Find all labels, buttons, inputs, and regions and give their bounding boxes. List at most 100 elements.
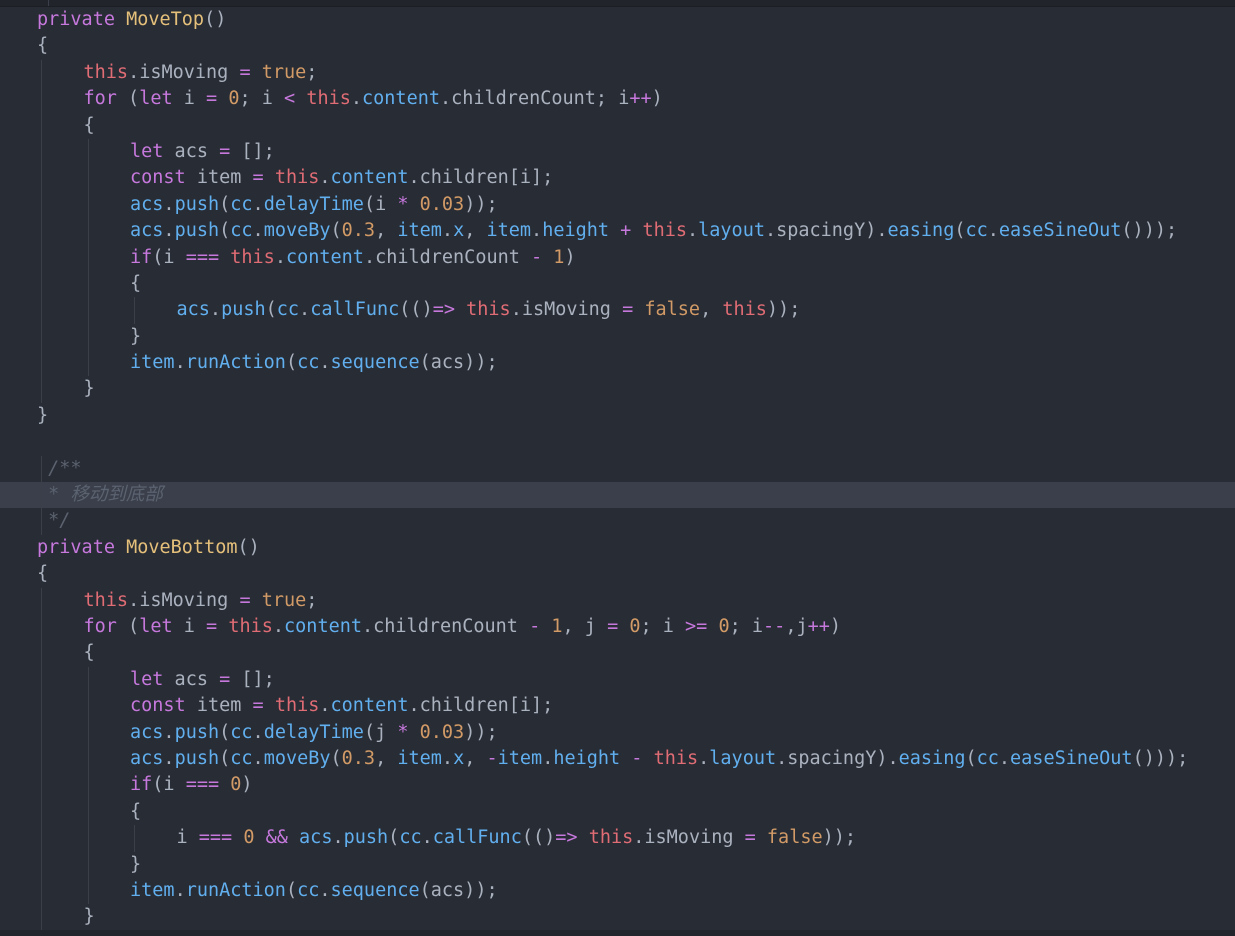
code-line[interactable]: if(i === this.content.childrenCount - 1)	[0, 244, 1235, 271]
code-line[interactable]: }	[0, 323, 1235, 351]
code-token: .	[174, 879, 186, 901]
code-line[interactable]: /**	[0, 455, 1235, 483]
code-line[interactable]: let acs = [];	[0, 666, 1235, 694]
code-token: .	[163, 747, 175, 769]
code-line[interactable]: {	[0, 270, 1235, 298]
code-token: (	[116, 88, 140, 110]
code-token: .	[332, 827, 344, 849]
code-token: 0	[228, 88, 240, 110]
code-token: .	[252, 220, 264, 242]
code-token: 0	[629, 615, 641, 637]
indent-guide	[87, 693, 89, 720]
indent-guide	[41, 666, 42, 694]
code-token: .	[163, 721, 175, 743]
code-token: =	[239, 589, 251, 611]
code-line[interactable]: let acs = [];	[0, 138, 1235, 166]
indent-guide	[87, 745, 89, 773]
code-line[interactable]: this.isMoving = true;	[0, 59, 1235, 87]
indent-guide	[41, 798, 42, 826]
indent-guide	[41, 297, 42, 324]
code-line[interactable]: item.runAction(cc.sequence(acs));	[0, 350, 1235, 377]
indent-guide	[87, 825, 89, 852]
code-token: {	[37, 563, 49, 585]
indent-guide	[41, 825, 42, 852]
code-token: =	[239, 61, 251, 83]
code-token: for	[83, 88, 117, 110]
indent-guide	[41, 508, 42, 535]
code-line[interactable]: */	[0, 508, 1235, 535]
indent-guide	[41, 376, 42, 403]
code-token: */	[37, 510, 71, 532]
code-token: .spacingY).	[764, 220, 888, 242]
code-line[interactable]: for (let i = this.content.childrenCount …	[0, 613, 1235, 641]
code-token: , j	[562, 615, 608, 637]
code-editor[interactable]: private MoveTop(){this.isMoving = true; f…	[0, 0, 1235, 936]
code-line[interactable]: const item = this.content.children[i];	[0, 165, 1235, 192]
code-line[interactable]: private MoveBottom()	[0, 535, 1235, 561]
code-line[interactable]: private MoveTop()	[0, 7, 1235, 33]
code-token: ; i	[640, 615, 686, 637]
code-token: acs	[130, 721, 164, 743]
code-token: =	[744, 827, 756, 849]
code-line[interactable]: {	[0, 33, 1235, 59]
code-token: 0.3	[341, 747, 376, 769]
code-line[interactable]: {	[0, 640, 1235, 667]
code-line[interactable]: this.isMoving = true;	[0, 587, 1235, 614]
code-token: 0	[243, 827, 255, 849]
code-token: .isMoving	[128, 61, 240, 83]
code-token: item	[185, 695, 253, 717]
code-line[interactable]: acs.push(cc.delayTime(i * 0.03));	[0, 191, 1235, 219]
code-line[interactable]: acs.push(cc.moveBy(0.3, item.x, -item.he…	[0, 745, 1235, 773]
code-token: .	[163, 220, 175, 242]
code-area[interactable]: private MoveTop(){this.isMoving = true; f…	[0, 7, 1235, 931]
code-token: layout	[709, 747, 777, 769]
code-token: ; i	[239, 88, 285, 110]
code-line[interactable]: i === 0 && acs.push(cc.callFunc(()=> thi…	[0, 825, 1235, 852]
code-token: (	[219, 721, 231, 743]
code-token: this	[274, 695, 320, 717]
code-token: +	[620, 220, 632, 242]
code-line[interactable]: acs.push(cc.delayTime(j * 0.03));	[0, 719, 1235, 746]
code-line[interactable]	[0, 429, 1235, 455]
indent-guide	[87, 719, 89, 746]
code-line[interactable]: {	[0, 798, 1235, 826]
code-token: ()	[237, 536, 260, 558]
code-token: 1	[553, 246, 565, 268]
code-line[interactable]: acs.push(cc.moveBy(0.3, item.x, item.hei…	[0, 218, 1235, 245]
code-token: =	[607, 615, 619, 637]
code-token: this	[722, 299, 767, 321]
code-token: &&	[265, 827, 288, 849]
code-line[interactable]: }	[0, 851, 1235, 878]
code-line[interactable]: }	[0, 376, 1235, 403]
code-token: {	[37, 35, 49, 57]
code-line[interactable]: {	[0, 561, 1235, 587]
code-token: const	[130, 167, 186, 189]
code-token: (	[965, 747, 977, 769]
code-line[interactable]: item.runAction(cc.sequence(acs));	[0, 877, 1235, 905]
code-line[interactable]: const item = this.content.children[i];	[0, 693, 1235, 720]
code-line[interactable]: for (let i = 0; i < this.content.childre…	[0, 86, 1235, 113]
code-token: easeSineOut	[998, 220, 1122, 242]
code-line[interactable]: }	[0, 904, 1235, 931]
code-token: ===	[185, 774, 220, 796]
code-token: height	[553, 747, 621, 769]
horizontal-scrollbar-track[interactable]	[0, 930, 1235, 936]
code-line[interactable]: acs.push(cc.callFunc(()=> this.isMoving …	[0, 297, 1235, 324]
code-line[interactable]: }	[0, 403, 1235, 429]
code-line[interactable]: * 移动到底部	[0, 482, 1235, 509]
indent-guide	[87, 138, 89, 166]
code-token: =	[219, 668, 231, 690]
code-line[interactable]: if(i === 0)	[0, 772, 1235, 799]
code-token: =	[206, 88, 218, 110]
code-line[interactable]: {	[0, 112, 1235, 139]
code-token: (	[219, 220, 231, 242]
code-token: content	[330, 167, 409, 189]
indent-guide	[41, 877, 42, 905]
indent-guide	[41, 719, 42, 746]
code-token: ===	[185, 246, 220, 268]
